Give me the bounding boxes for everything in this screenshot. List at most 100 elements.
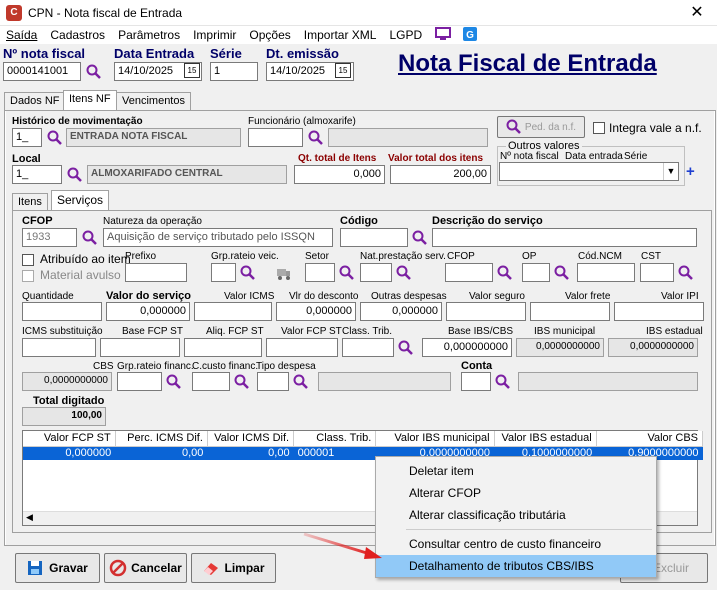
- grid-header[interactable]: Class. Trib.: [293, 431, 377, 447]
- search-icon[interactable]: [86, 64, 102, 80]
- prefixo-input[interactable]: [125, 263, 187, 282]
- menu-item-alterar-cfop[interactable]: Alterar CFOP: [376, 482, 656, 504]
- func-input[interactable]: [248, 128, 303, 147]
- valor-servico-input[interactable]: 0,000000: [106, 302, 190, 321]
- search-icon[interactable]: [234, 374, 250, 390]
- tipo-desp-input[interactable]: [257, 372, 289, 391]
- search-icon[interactable]: [240, 265, 256, 281]
- cst-input[interactable]: [640, 263, 674, 282]
- outros-valores-select[interactable]: [499, 162, 679, 181]
- search-icon[interactable]: [82, 230, 98, 246]
- quantidade-input[interactable]: [22, 302, 102, 321]
- menu-item-detalhamento[interactable]: Detalhamento de tributos CBS/IBS: [376, 555, 656, 577]
- search-icon[interactable]: [67, 167, 83, 183]
- class-trib-input[interactable]: [342, 338, 394, 357]
- grid-header[interactable]: Valor IBS municipal: [375, 431, 495, 447]
- conta-input[interactable]: [461, 372, 491, 391]
- chevron-left-icon[interactable]: ◀: [26, 512, 33, 523]
- cancel-button[interactable]: Cancelar: [104, 553, 187, 583]
- close-icon[interactable]: ✕: [677, 0, 717, 26]
- valor-fcp-input[interactable]: [266, 338, 338, 357]
- page-title: Nota Fiscal de Entrada: [398, 50, 657, 77]
- grp-veic-input[interactable]: [211, 263, 236, 282]
- valor-icms-input[interactable]: [194, 302, 272, 321]
- add-icon[interactable]: +: [686, 163, 695, 180]
- menu-parametros[interactable]: Parâmetros: [118, 28, 180, 42]
- valor-frete-input[interactable]: [530, 302, 610, 321]
- ibs-mun-value: 0,0000000000: [516, 338, 604, 357]
- svg-text:G: G: [466, 30, 474, 41]
- delete-label: Excluir: [652, 561, 689, 575]
- valor-ipi-input[interactable]: [614, 302, 704, 321]
- search-icon: [506, 119, 521, 134]
- codigo-input[interactable]: [340, 228, 408, 247]
- outros-col-data: Data entrada: [565, 151, 623, 162]
- search-icon[interactable]: [308, 130, 324, 146]
- grid-header[interactable]: Valor ICMS Dif.: [207, 431, 295, 447]
- search-icon[interactable]: [412, 230, 428, 246]
- search-icon[interactable]: [166, 374, 182, 390]
- base-ibs-input[interactable]: 0,000000000: [422, 338, 512, 357]
- atribuido-checkbox[interactable]: [22, 254, 34, 266]
- vlr-desconto-input[interactable]: 0,000000: [276, 302, 356, 321]
- nat-prest-input[interactable]: [360, 263, 392, 282]
- ped-nf-button[interactable]: Ped. da n.f.: [497, 116, 585, 138]
- search-icon[interactable]: [47, 130, 63, 146]
- search-icon[interactable]: [495, 374, 511, 390]
- grid-header[interactable]: Valor CBS: [596, 431, 704, 447]
- setor-input[interactable]: [305, 263, 335, 282]
- clear-button[interactable]: Limpar: [191, 553, 276, 583]
- base-fcp-input[interactable]: [100, 338, 180, 357]
- subtab-servicos[interactable]: Serviços: [51, 190, 110, 211]
- icms-sub-input[interactable]: [22, 338, 96, 357]
- menu-item-deletar[interactable]: Deletar item: [376, 460, 656, 482]
- tab-itens-nf[interactable]: Itens NF: [63, 90, 117, 111]
- monitor-icon[interactable]: [435, 26, 452, 44]
- cbs-value: 0,0000000000: [22, 372, 112, 391]
- hist-code-input[interactable]: 1_: [12, 128, 42, 147]
- integra-checkbox[interactable]: [593, 122, 605, 134]
- menu-importar-xml[interactable]: Importar XML: [304, 28, 377, 42]
- calendar-icon[interactable]: 15: [335, 63, 351, 78]
- calendar-icon[interactable]: 15: [184, 63, 200, 78]
- search-icon[interactable]: [396, 265, 412, 281]
- cfop2-input[interactable]: [445, 263, 493, 282]
- search-icon[interactable]: [497, 265, 513, 281]
- grid-header[interactable]: Valor IBS estadual: [494, 431, 597, 447]
- chevron-down-icon[interactable]: ▼: [663, 163, 678, 180]
- menu-saida[interactable]: Saída: [6, 28, 37, 42]
- valor-seguro-input[interactable]: [446, 302, 526, 321]
- tab-vencimentos[interactable]: Vencimentos: [116, 92, 191, 111]
- descricao-input[interactable]: [432, 228, 697, 247]
- menu-cadastros[interactable]: Cadastros: [50, 28, 105, 42]
- menu-lgpd[interactable]: LGPD: [389, 28, 422, 42]
- search-icon[interactable]: [678, 265, 694, 281]
- save-button[interactable]: Gravar: [15, 553, 100, 583]
- menu-opcoes[interactable]: Opções: [249, 28, 290, 42]
- cfop-input[interactable]: 1933: [22, 228, 77, 247]
- g-app-icon[interactable]: G: [463, 26, 478, 44]
- cc-fin-input[interactable]: [192, 372, 230, 391]
- search-icon[interactable]: [339, 265, 355, 281]
- menu-item-consultar-cc[interactable]: Consultar centro de custo financeiro: [376, 533, 656, 555]
- search-icon[interactable]: [293, 374, 309, 390]
- grid-header[interactable]: Valor FCP ST: [23, 431, 116, 447]
- local-code-input[interactable]: 1_: [12, 165, 62, 184]
- outras-despesas-input[interactable]: 0,000000: [360, 302, 442, 321]
- material-checkbox[interactable]: [22, 270, 34, 282]
- serie-input[interactable]: 1: [210, 62, 258, 81]
- truck-icon[interactable]: [276, 265, 292, 281]
- menu-imprimir[interactable]: Imprimir: [193, 28, 236, 42]
- aliq-fcp-input[interactable]: [184, 338, 262, 357]
- grid-header[interactable]: Perc. ICMS Dif.: [115, 431, 208, 447]
- menu-item-alterar-class[interactable]: Alterar classificação tributária: [376, 504, 656, 526]
- nf-number-input[interactable]: 0000141001: [3, 62, 81, 81]
- outros-col-serie: Série: [624, 151, 648, 162]
- tab-dados-nf[interactable]: Dados NF: [4, 92, 66, 111]
- grp-fin-input[interactable]: [117, 372, 162, 391]
- op-input[interactable]: [522, 263, 550, 282]
- search-icon[interactable]: [398, 340, 414, 356]
- ncm-input[interactable]: [577, 263, 635, 282]
- search-icon[interactable]: [554, 265, 570, 281]
- grid-header-row: Valor FCP ST Perc. ICMS Dif. Valor ICMS …: [23, 431, 704, 447]
